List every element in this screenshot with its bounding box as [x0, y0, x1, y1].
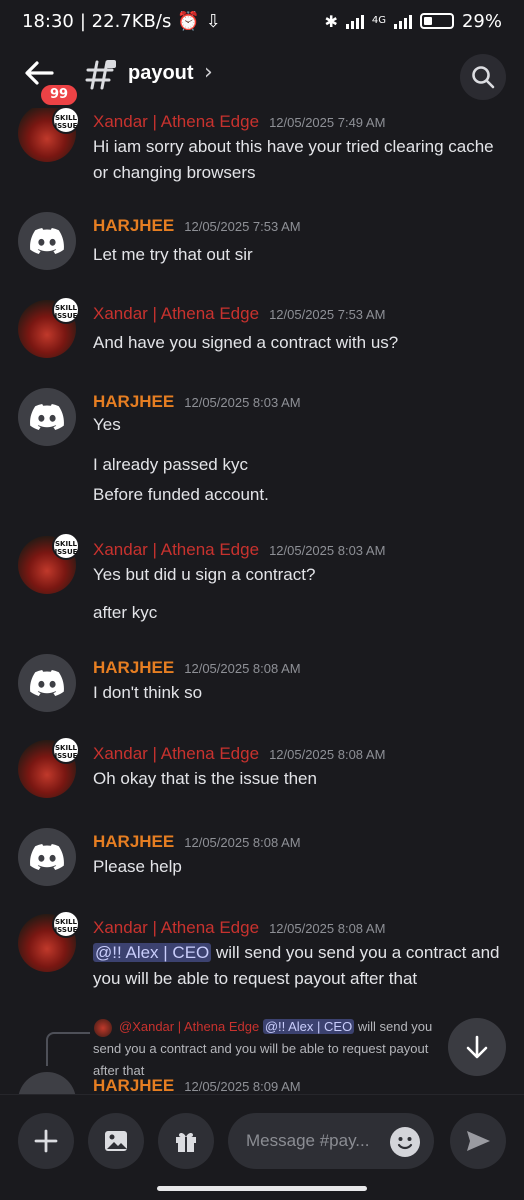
image-picker-button[interactable] [88, 1113, 144, 1169]
author-name[interactable]: HARJHEE [93, 392, 174, 411]
download-icon: ⇩ [205, 10, 221, 32]
unread-badge: 99 [38, 82, 80, 108]
discord-logo-icon [30, 670, 64, 696]
home-indicator[interactable] [157, 1186, 367, 1191]
author-name[interactable]: Xandar | Athena Edge [93, 918, 259, 937]
message-text: Hi iam sorry about this have your tried … [93, 137, 494, 182]
send-button[interactable] [450, 1113, 506, 1169]
message-author-line[interactable]: HARJHEE 12/05/2025 8:08 AM [93, 658, 301, 678]
channel-name[interactable]: payout [128, 62, 194, 85]
message-author-line[interactable]: HARJHEE 12/05/2025 7:53 AM [93, 216, 301, 236]
emoji-button[interactable] [390, 1127, 420, 1157]
reply-mention[interactable]: @!! Alex | CEO [262, 1019, 355, 1034]
skill-issue-badge: SKILL ISSUE [52, 532, 80, 560]
image-icon [105, 1131, 127, 1151]
message-composer: Message #pay... [0, 1094, 524, 1178]
discord-logo-icon [30, 228, 64, 254]
message-author-line[interactable]: Xandar | Athena Edge 12/05/2025 8:03 AM [93, 540, 385, 560]
skill-issue-badge: SKILL ISSUE [52, 736, 80, 764]
skill-issue-badge: SKILL ISSUE [52, 910, 80, 938]
gift-icon [176, 1132, 196, 1152]
locked-channel-hash-icon [84, 58, 118, 97]
skill-issue-badge: SKILL ISSUE [52, 296, 80, 324]
timestamp: 12/05/2025 8:08 AM [184, 661, 301, 676]
channel-header: 99 payout › [0, 48, 524, 108]
message-text: Please help [93, 857, 182, 876]
avatar[interactable] [18, 1072, 76, 1094]
author-name[interactable]: HARJHEE [93, 832, 174, 851]
message-author-line[interactable]: HARJHEE 12/05/2025 8:08 AM [93, 832, 301, 852]
reply-preview[interactable]: @Xandar | Athena Edge @!! Alex | CEO wil… [93, 1016, 453, 1082]
timestamp: 12/05/2025 8:08 AM [269, 921, 386, 936]
author-name[interactable]: HARJHEE [93, 1076, 174, 1094]
network-type: 4G [371, 15, 386, 26]
search-icon [472, 66, 495, 89]
reply-connector [46, 1032, 90, 1066]
add-attachment-button[interactable] [18, 1113, 74, 1169]
message-author-line[interactable]: Xandar | Athena Edge 12/05/2025 8:08 AM [93, 918, 385, 938]
message-author-line[interactable]: HARJHEE 12/05/2025 8:03 AM [93, 392, 301, 412]
jump-to-bottom-button[interactable] [448, 1018, 506, 1076]
message-text: Before funded account. [93, 485, 269, 504]
battery-percent: 29% [461, 10, 502, 32]
message-text: I don't think so [93, 683, 203, 702]
gift-button[interactable] [158, 1113, 214, 1169]
discord-logo-icon [30, 404, 64, 430]
message-text: And have you signed a contract with us? [93, 333, 399, 352]
timestamp: 12/05/2025 8:09 AM [184, 1079, 301, 1094]
message-author-line[interactable]: Xandar | Athena Edge 12/05/2025 8:08 AM [93, 744, 385, 764]
timestamp: 12/05/2025 7:53 AM [269, 307, 386, 322]
avatar[interactable] [18, 654, 76, 712]
emoji-icon [397, 1137, 413, 1150]
author-name[interactable]: Xandar | Athena Edge [93, 540, 259, 559]
message-text: after kyc [93, 603, 158, 622]
search-button[interactable] [460, 54, 506, 100]
chevron-right-icon[interactable]: › [204, 60, 213, 85]
signal-icon-2 [393, 13, 412, 29]
message-text: I already passed kyc [93, 455, 248, 474]
author-name[interactable]: HARJHEE [93, 216, 174, 235]
author-name[interactable]: HARJHEE [93, 658, 174, 677]
network-speed: | 22.7KB/s [79, 10, 172, 32]
avatar[interactable] [18, 828, 76, 886]
timestamp: 12/05/2025 8:08 AM [184, 835, 301, 850]
arrow-down-icon [466, 1035, 488, 1059]
signal-icon [345, 13, 364, 29]
author-name[interactable]: Xandar | Athena Edge [93, 744, 259, 763]
status-bar: 18:30 | 22.7KB/s ⏰ ⇩ ✱ 4G 29% [0, 0, 524, 42]
avatar[interactable] [18, 212, 76, 270]
author-name[interactable]: Xandar | Athena Edge [93, 304, 259, 323]
message-text: Oh okay that is the issue then [93, 769, 317, 788]
send-icon [467, 1131, 490, 1151]
message-text: Yes but did u sign a contract? [93, 565, 316, 584]
author-name[interactable]: Xandar | Athena Edge [93, 112, 259, 131]
timestamp: 12/05/2025 8:08 AM [269, 747, 386, 762]
status-time: 18:30 [22, 10, 74, 32]
discord-logo-icon [30, 844, 64, 870]
message-author-line[interactable]: Xandar | Athena Edge 12/05/2025 7:49 AM [93, 112, 385, 132]
timestamp: 12/05/2025 7:49 AM [269, 115, 386, 130]
reply-author[interactable]: @Xandar | Athena Edge [119, 1019, 259, 1034]
user-mention[interactable]: @!! Alex | CEO [93, 943, 212, 962]
timestamp: 12/05/2025 8:03 AM [184, 395, 301, 410]
plus-icon [34, 1129, 58, 1153]
battery-icon [419, 13, 454, 29]
alarm-icon: ⏰ [177, 10, 200, 32]
timestamp: 12/05/2025 7:53 AM [184, 219, 301, 234]
avatar[interactable] [18, 388, 76, 446]
message-text: @!! Alex | CEO will send you send you a … [93, 940, 513, 992]
message-author-line[interactable]: HARJHEE 12/05/2025 8:09 AM [93, 1076, 301, 1094]
timestamp: 12/05/2025 8:03 AM [269, 543, 386, 558]
message-author-line[interactable]: Xandar | Athena Edge 12/05/2025 7:53 AM [93, 304, 385, 324]
message-text: Yes [93, 415, 121, 434]
message-text: Let me try that out sir [93, 245, 253, 264]
message-list[interactable]: SKILL ISSUE Xandar | Athena Edge 12/05/202… [0, 108, 524, 1094]
bluetooth-icon: ✱ [324, 11, 338, 31]
